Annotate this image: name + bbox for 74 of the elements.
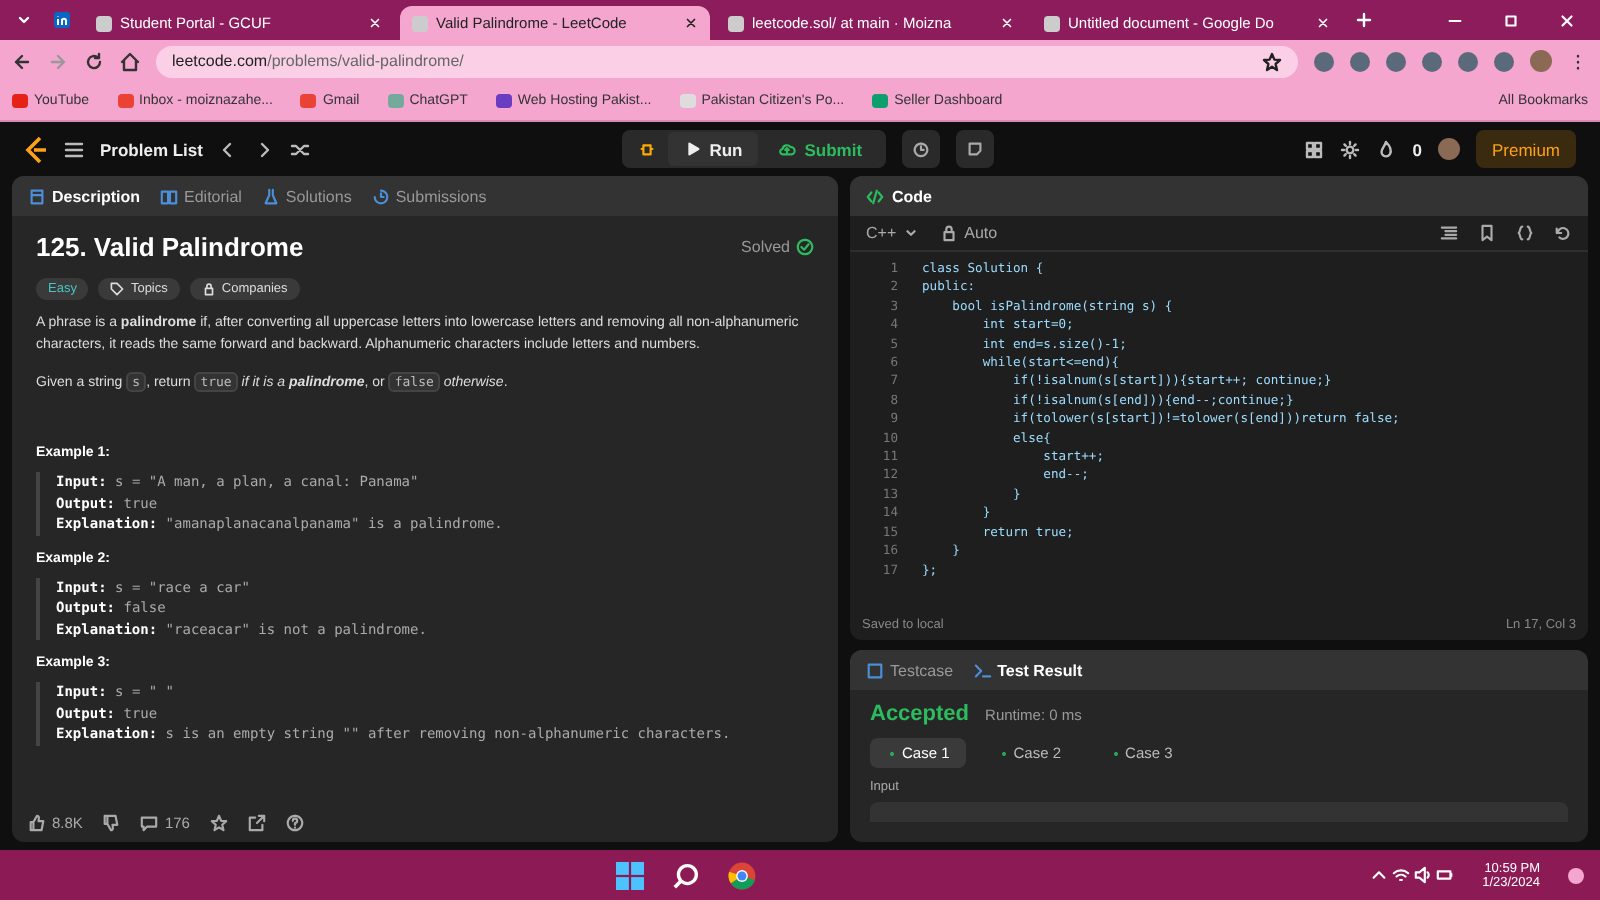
user-avatar[interactable]: [1438, 138, 1460, 160]
braces-icon[interactable]: [1516, 224, 1534, 242]
panel-tab[interactable]: Test Result: [973, 661, 1083, 679]
cloud-upload-icon: [778, 140, 797, 158]
play-icon: [683, 140, 702, 158]
lock-icon: [201, 282, 216, 296]
language-dropdown[interactable]: C++: [866, 224, 921, 242]
format-icon[interactable]: [1440, 224, 1458, 242]
run-button[interactable]: Run: [667, 132, 759, 166]
solved-status: Solved: [741, 238, 790, 256]
share-icon[interactable]: [247, 813, 266, 831]
search-icon[interactable]: [671, 861, 700, 889]
notes-button[interactable]: [956, 130, 995, 168]
history-icon: [371, 187, 390, 205]
dislike-icon[interactable]: [102, 813, 121, 831]
clock-icon: [912, 140, 931, 158]
checkbox-icon: [866, 661, 884, 679]
leetcode-logo[interactable]: [24, 135, 48, 163]
layout-icon[interactable]: [1304, 139, 1325, 159]
favicon: [728, 15, 744, 31]
terminal-icon: [973, 661, 992, 679]
verdict-label: Accepted: [870, 702, 970, 726]
document-icon: [28, 187, 46, 205]
panel-tab[interactable]: Description: [28, 187, 141, 205]
wifi-icon[interactable]: [1392, 866, 1411, 884]
flask-icon: [261, 187, 280, 205]
home-icon[interactable]: [120, 51, 140, 71]
panel-tab[interactable]: Testcase: [866, 661, 954, 679]
code-icon: [866, 187, 884, 205]
problem-list-link[interactable]: Problem List: [100, 139, 203, 159]
lock-icon: [940, 224, 959, 242]
windows-start-icon[interactable]: [615, 861, 644, 889]
panel-tab[interactable]: Submissions: [371, 187, 487, 205]
close-icon[interactable]: [1558, 11, 1576, 29]
reset-icon[interactable]: [1554, 224, 1572, 242]
debug-icon[interactable]: [637, 140, 656, 158]
chevron-up-icon[interactable]: [1370, 866, 1389, 884]
book-icon: [160, 187, 179, 205]
favicon: [412, 15, 428, 31]
note-icon: [966, 140, 985, 158]
favicon: [96, 15, 112, 31]
problem-title: 125. Valid Palindrome: [36, 232, 306, 262]
help-icon[interactable]: [285, 813, 304, 831]
address-bar[interactable]: leetcode.com/problems/valid-palindrome/: [156, 45, 1298, 77]
code-panel-title: Code: [892, 187, 932, 205]
thumbs-up-icon: [28, 813, 46, 831]
tag-icon: [110, 282, 125, 296]
reload-icon[interactable]: [84, 51, 104, 71]
star-icon[interactable]: [1262, 51, 1282, 71]
notification-icon[interactable]: [1568, 867, 1585, 883]
maximize-icon[interactable]: [1502, 11, 1520, 29]
premium-button[interactable]: Premium: [1476, 130, 1577, 168]
bookmark-icon[interactable]: [1478, 224, 1496, 242]
close-tab-icon[interactable]: [684, 16, 698, 30]
panel-tab[interactable]: Editorial: [160, 187, 242, 205]
timer-button[interactable]: [902, 130, 941, 168]
pinned-tab-icon[interactable]: [52, 10, 72, 30]
list-icon[interactable]: [64, 139, 84, 159]
shuffle-icon[interactable]: [290, 139, 311, 159]
streak-counter[interactable]: 0: [1412, 139, 1422, 159]
settings-icon[interactable]: [1340, 139, 1361, 159]
caret-icon: [902, 224, 921, 242]
check-icon: [796, 238, 814, 256]
star-icon[interactable]: [209, 813, 228, 831]
profile-avatar[interactable]: [1530, 50, 1552, 72]
battery-icon[interactable]: [1436, 866, 1455, 884]
back-icon[interactable]: [12, 51, 32, 71]
favicon: [1044, 15, 1060, 31]
panel-tab[interactable]: Solutions: [261, 187, 352, 205]
volume-icon[interactable]: [1414, 866, 1433, 884]
chrome-icon[interactable]: [727, 861, 756, 889]
comment-icon: [140, 813, 159, 831]
auto-mode-button[interactable]: Auto: [940, 224, 998, 242]
new-tab-icon[interactable]: [1354, 10, 1374, 30]
